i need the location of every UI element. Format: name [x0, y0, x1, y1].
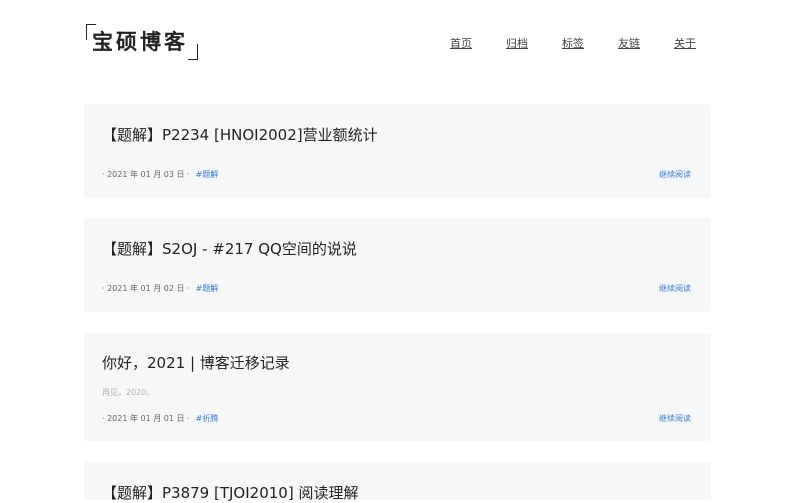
- site-logo[interactable]: 宝硕博客: [86, 24, 198, 60]
- post-card: 【题解】P3879 [TJOI2010] 阅读理解: [84, 462, 711, 502]
- post-meta: · 2021 年 01 月 03 日 · #题解: [102, 169, 218, 180]
- read-more-link[interactable]: 继续阅读: [659, 169, 691, 180]
- post-card: 【题解】S2OJ - #217 QQ空间的说说 · 2021 年 01 月 02…: [84, 218, 711, 312]
- post-meta: · 2021 年 01 月 02 日 · #题解: [102, 283, 218, 294]
- post-excerpt: 再见，2020。: [102, 388, 155, 397]
- nav-item-friends[interactable]: 友链: [618, 35, 640, 51]
- nav-item-about[interactable]: 关于: [674, 35, 696, 51]
- post-card: 【题解】P2234 [HNOI2002]营业额统计 · 2021 年 01 月 …: [84, 104, 711, 198]
- post-card: 你好，2021 | 博客迁移记录 再见，2020。 · 2021 年 01 月 …: [84, 333, 711, 441]
- nav-item-archive[interactable]: 归档: [506, 35, 528, 51]
- post-meta: · 2021 年 01 月 01 日 · #折腾: [102, 413, 218, 424]
- nav-item-tags[interactable]: 标签: [562, 35, 584, 51]
- read-more-link[interactable]: 继续阅读: [659, 283, 691, 294]
- post-title[interactable]: 【题解】P2234 [HNOI2002]营业额统计: [102, 124, 378, 145]
- nav-item-home[interactable]: 首页: [450, 35, 472, 51]
- logo-corner-bottom-right: [188, 44, 198, 60]
- read-more-link[interactable]: 继续阅读: [659, 413, 691, 424]
- post-tag[interactable]: #题解: [196, 170, 219, 179]
- post-date: · 2021 年 01 月 01 日 ·: [102, 414, 190, 423]
- post-date: · 2021 年 01 月 03 日 ·: [102, 170, 190, 179]
- post-title[interactable]: 【题解】S2OJ - #217 QQ空间的说说: [102, 238, 357, 259]
- post-date: · 2021 年 01 月 02 日 ·: [102, 284, 190, 293]
- post-title[interactable]: 你好，2021 | 博客迁移记录: [102, 352, 290, 373]
- site-header: 宝硕博客 首页 归档 标签 友链 关于: [0, 0, 800, 80]
- logo-text[interactable]: 宝硕博客: [92, 29, 188, 55]
- post-tag[interactable]: #折腾: [196, 414, 219, 423]
- post-tag[interactable]: #题解: [196, 284, 219, 293]
